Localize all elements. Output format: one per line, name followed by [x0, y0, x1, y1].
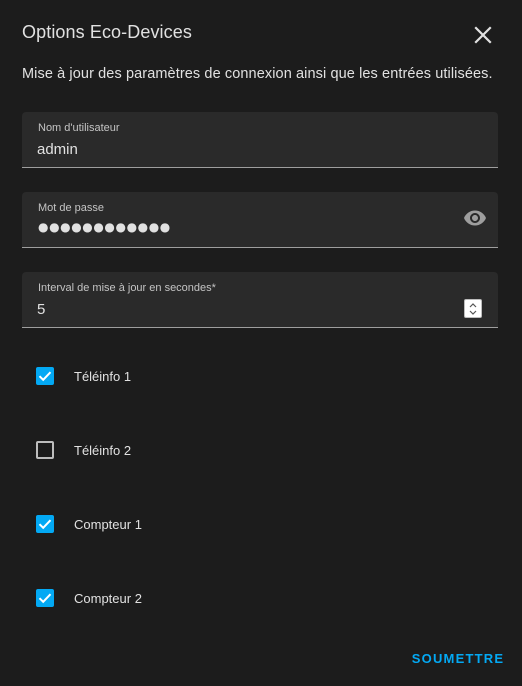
interval-input[interactable]: [37, 297, 437, 321]
close-icon: [474, 26, 492, 44]
password-label: Mot de passe: [38, 202, 105, 214]
checkbox-row-teleinfo-1[interactable]: Téléinfo 1: [36, 366, 131, 386]
checkbox-row-compteur-2[interactable]: Compteur 2: [36, 588, 142, 608]
check-icon: [38, 593, 52, 604]
password-field[interactable]: Mot de passe ●●●●●●●●●●●●: [22, 192, 498, 248]
toggle-password-visibility-button[interactable]: [462, 206, 488, 230]
submit-button[interactable]: SOUMETTRE: [410, 648, 506, 670]
username-input[interactable]: [37, 137, 457, 161]
username-label: Nom d'utilisateur: [38, 122, 120, 134]
teleinfo-2-label: Téléinfo 2: [74, 442, 132, 458]
checkbox-row-teleinfo-2[interactable]: Téléinfo 2: [36, 440, 131, 460]
interval-field[interactable]: Interval de mise à jour en secondes*: [22, 272, 498, 328]
compteur-1-checkbox[interactable]: [36, 515, 54, 533]
options-dialog: Options Eco-Devices Mise à jour des para…: [0, 0, 522, 686]
check-icon: [38, 519, 52, 530]
compteur-2-label: Compteur 2: [74, 590, 142, 606]
checkbox-row-compteur-1[interactable]: Compteur 1: [36, 514, 142, 534]
teleinfo-1-checkbox[interactable]: [36, 367, 54, 385]
dialog-title: Options Eco-Devices: [22, 22, 192, 42]
interval-label: Interval de mise à jour en secondes*: [38, 282, 216, 294]
compteur-2-checkbox[interactable]: [36, 589, 54, 607]
interval-spinner[interactable]: [464, 299, 482, 318]
chevron-up-icon[interactable]: [465, 301, 481, 309]
chevron-down-icon[interactable]: [465, 309, 481, 317]
check-icon: [38, 371, 52, 382]
teleinfo-2-checkbox[interactable]: [36, 441, 54, 459]
dialog-description: Mise à jour des paramètres de connexion …: [22, 66, 493, 82]
compteur-1-label: Compteur 1: [74, 516, 142, 532]
teleinfo-1-label: Téléinfo 1: [74, 368, 132, 384]
username-field[interactable]: Nom d'utilisateur: [22, 112, 498, 168]
eye-icon: [464, 210, 486, 226]
close-button[interactable]: [468, 20, 498, 50]
password-input[interactable]: ●●●●●●●●●●●●: [38, 220, 171, 234]
